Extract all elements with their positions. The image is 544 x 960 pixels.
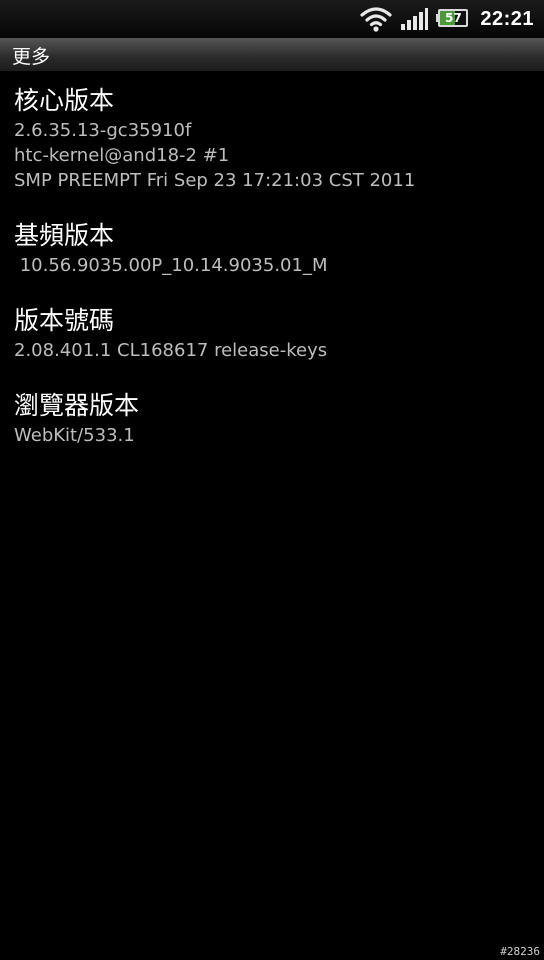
item-value-line: WebKit/533.1 [14,425,135,446]
item-value-line: 2.08.401.1 CL168617 release-keys [14,340,328,361]
battery-icon: 57 [436,9,470,29]
signal-icon [401,8,429,30]
item-value-line: 2.6.35.13-gc35910f [14,120,192,141]
wifi-icon [360,7,392,32]
watermark: #28236 [500,945,540,958]
title-bar: 更多 [0,38,544,72]
status-clock: 22:21 [480,7,534,30]
item-value-line: 10.56.9035.00P_10.14.9035.01_M [14,255,328,276]
status-bar: 57 22:21 [0,0,544,38]
battery-level: 57 [444,11,462,25]
list-item-build-number: 版本號碼 2.08.401.1 CL168617 release-keys [0,304,544,363]
item-title: 基頻版本 [14,221,115,250]
item-title: 核心版本 [14,86,115,115]
page-title: 更多 [12,46,51,68]
item-title: 瀏覽器版本 [14,391,140,420]
list-item-browser-version: 瀏覽器版本 WebKit/533.1 [0,389,544,448]
info-list: 核心版本 2.6.35.13-gc35910f htc-kernel@and18… [0,72,544,448]
list-item-kernel-version: 核心版本 2.6.35.13-gc35910f htc-kernel@and18… [0,84,544,193]
item-value-line: htc-kernel@and18-2 #1 [14,145,230,166]
item-title: 版本號碼 [14,306,115,335]
list-item-baseband-version: 基頻版本 10.56.9035.00P_10.14.9035.01_M [0,219,544,278]
item-value-line: SMP PREEMPT Fri Sep 23 17:21:03 CST 2011 [14,170,416,191]
status-icons: 57 22:21 [360,0,534,38]
